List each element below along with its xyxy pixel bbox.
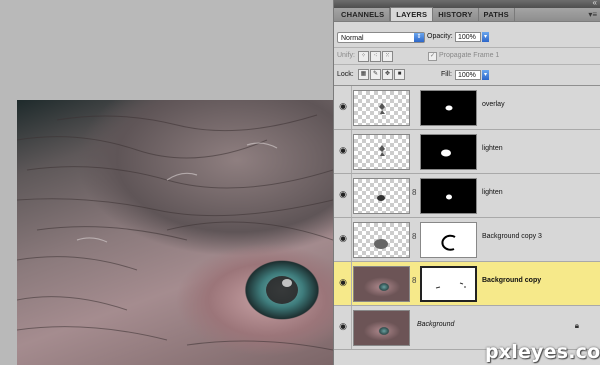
tab-channels[interactable]: CHANNELS [336,8,391,21]
eye-icon[interactable]: ◉ [336,231,350,245]
layer-row[interactable]: ◉ 8 Background copy 3 [334,218,600,262]
watermark: pxleyes.com [485,341,600,363]
thumb-shape [379,103,385,114]
layer-name[interactable]: Background copy [482,277,541,284]
blend-mode-value: Normal [341,35,364,42]
fill-label: Fill: [441,71,452,78]
lock-transparency-icon[interactable]: ▦ [358,69,369,80]
unify-style-icon[interactable]: ⁙ [382,51,393,62]
divider [351,130,352,173]
panel-titlebar[interactable]: « [334,0,600,8]
thumb-shape [374,239,388,249]
layer-name[interactable]: overlay [482,101,505,108]
unify-position-icon[interactable]: ⁘ [358,51,369,62]
lock-all-icon[interactable]: ■ [394,69,405,80]
divider [351,174,352,217]
lock-icon: 🔒︎ [574,321,579,330]
layer-name[interactable]: Background copy 3 [482,233,542,240]
layer-thumbnail[interactable] [353,134,410,170]
blend-row: Normal ⇕ Opacity: 100% ▾ [334,29,600,47]
layer-thumbnail[interactable] [353,222,410,258]
opacity-input[interactable]: 100% [455,32,481,42]
layer-mask-thumbnail[interactable] [420,266,477,302]
tab-layers[interactable]: LAYERS [390,7,434,21]
layer-name[interactable]: lighten [482,145,503,152]
eye-photo [17,100,333,365]
layer-thumbnail[interactable] [353,178,410,214]
layer-mask-thumbnail[interactable] [420,222,477,258]
layer-row[interactable]: ◉ overlay [334,86,600,130]
mask-shape [441,234,456,251]
panel-tabs: CHANNELS LAYERS HISTORY PATHS ▾≡ [334,7,600,22]
opacity-stepper-icon[interactable]: ▾ [482,32,489,42]
layer-name[interactable]: lighten [482,189,503,196]
document-canvas[interactable] [0,0,333,365]
dropdown-arrow-icon[interactable]: ⇕ [414,33,424,42]
eye-icon[interactable]: ◉ [336,99,350,113]
layer-row[interactable]: ◉ 8 lighten [334,174,600,218]
fill-stepper-icon[interactable]: ▾ [482,70,489,80]
eye-icon[interactable]: ◉ [336,143,350,157]
tab-paths[interactable]: PATHS [479,8,515,21]
layer-row[interactable]: ◉ lighten [334,130,600,174]
mask-shape [441,149,451,157]
unify-row: Unify: ⁘ ⁖ ⁙ ✓ Propagate Frame 1 [334,48,600,64]
mask-shape [435,282,466,289]
link-chain-icon[interactable]: 8 [412,188,416,197]
thumb-shape [377,195,385,201]
mask-shape [445,105,453,111]
propagate-checkbox[interactable]: ✓ [428,52,437,61]
propagate-label: Propagate Frame 1 [439,52,500,59]
link-chain-icon[interactable]: 8 [412,232,416,241]
fill-input[interactable]: 100% [455,70,481,80]
layer-row-selected[interactable]: ◉ 8 Background copy [334,262,600,306]
divider [351,218,352,261]
eye-icon[interactable]: ◉ [336,275,350,289]
layer-name[interactable]: Background [417,321,454,328]
lock-move-icon[interactable]: ✥ [382,69,393,80]
double-chevron-icon[interactable]: « [593,0,597,7]
divider [351,306,352,349]
tab-history[interactable]: HISTORY [433,8,479,21]
layer-thumbnail[interactable] [353,90,410,126]
mask-shape [446,194,452,200]
wrinkle-texture [17,114,333,351]
blend-mode-select[interactable]: Normal ⇕ [337,32,425,43]
layer-thumbnail[interactable] [353,310,410,346]
lock-brush-icon[interactable]: ✎ [370,69,381,80]
layer-mask-thumbnail[interactable] [420,90,477,126]
unify-visibility-icon[interactable]: ⁖ [370,51,381,62]
eye-icon[interactable]: ◉ [336,319,350,333]
opacity-label: Opacity: [427,33,453,40]
layers-panel: « CHANNELS LAYERS HISTORY PATHS ▾≡ Norma… [333,0,600,365]
unify-label: Unify: [337,52,355,59]
panel-menu-icon[interactable]: ▾≡ [588,10,597,19]
lock-row: Lock: ▦ ✎ ✥ ■ Fill: 100% ▾ [334,65,600,85]
layer-mask-thumbnail[interactable] [420,134,477,170]
divider [351,262,352,305]
eye-icon[interactable]: ◉ [336,187,350,201]
layer-mask-thumbnail[interactable] [420,178,477,214]
lock-label: Lock: [337,71,354,78]
thumb-shape [379,145,385,156]
divider [351,86,352,129]
link-chain-icon[interactable]: 8 [412,276,416,285]
layer-thumbnail[interactable] [353,266,410,302]
